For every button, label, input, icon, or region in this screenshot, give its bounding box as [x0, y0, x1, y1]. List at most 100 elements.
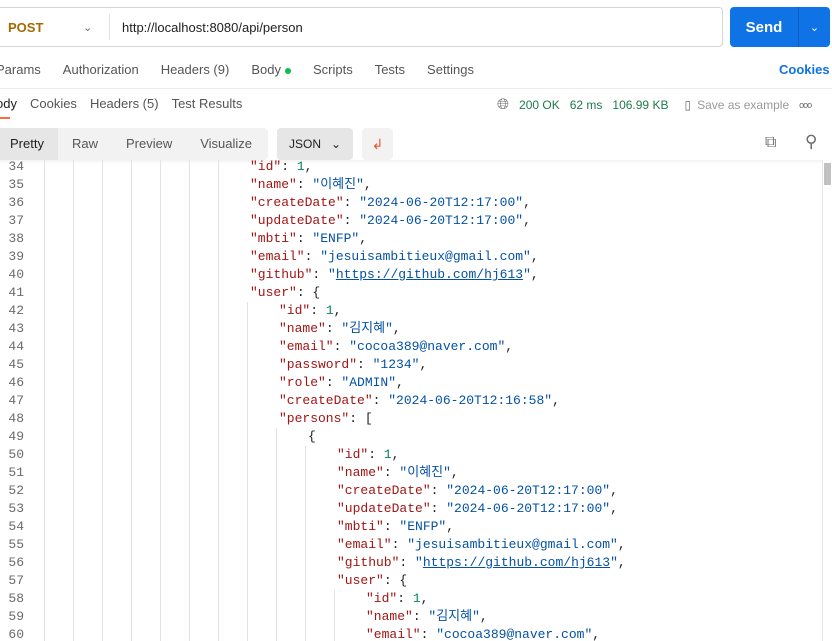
globe-icon[interactable]: 🌐︎	[497, 96, 509, 113]
indent-guide	[189, 500, 190, 518]
indent-guide	[189, 230, 190, 248]
indent-guide	[218, 284, 219, 302]
format-select[interactable]: JSON ⌄	[277, 128, 353, 160]
indent-guide	[247, 500, 248, 518]
response-size[interactable]: 106.99 KB	[612, 98, 668, 112]
view-pretty[interactable]: Pretty	[0, 128, 58, 160]
indent-guide	[131, 320, 132, 338]
view-visualize[interactable]: Visualize	[186, 128, 266, 160]
json-key: "role"	[279, 375, 326, 390]
tab-params[interactable]: Params	[0, 62, 41, 77]
tab-response-cookies[interactable]: Cookies	[30, 96, 77, 111]
response-body-editor[interactable]: 34 "id": 1, 35 "name": "이혜진", 36 "createDate"…	[0, 160, 822, 641]
colon: :	[296, 177, 313, 192]
tab-response-body[interactable]: ody	[0, 96, 17, 111]
search-icon[interactable]: ⚲	[805, 132, 817, 152]
indent-guide	[44, 230, 45, 248]
code-text: "name": "김지혜",	[366, 608, 488, 626]
tab-test-results[interactable]: Test Results	[172, 96, 243, 111]
send-label[interactable]: Send	[730, 19, 798, 36]
copy-icon[interactable]: ⧉	[765, 134, 776, 152]
more-options-icon[interactable]: ooo	[799, 100, 812, 110]
tab-authorization[interactable]: Authorization	[63, 62, 139, 77]
json-link: https://github.com/hj613	[422, 555, 611, 570]
indent-guide	[44, 554, 45, 572]
tab-body[interactable]: Body	[251, 62, 291, 77]
indent-guide	[73, 410, 74, 428]
indent-guide	[73, 446, 74, 464]
save-as-example-button[interactable]: Save as example	[697, 98, 789, 112]
code-text: "github": "https://github.com/hj613",	[337, 554, 626, 572]
json-value: {	[399, 573, 408, 588]
indent-guide	[102, 248, 103, 266]
indent-guide	[218, 518, 219, 536]
line-number: 56	[8, 555, 24, 570]
json-key: "persons"	[279, 411, 350, 426]
scrollbar-track[interactable]	[822, 160, 832, 641]
indent-guide	[247, 590, 248, 608]
line-number: 37	[8, 213, 24, 228]
chevron-down-icon[interactable]: ⌄	[798, 7, 830, 47]
indent-guide	[305, 536, 306, 554]
status-code[interactable]: 200 OK	[519, 98, 560, 112]
code-text: "id": 1,	[366, 590, 428, 608]
code-text: "email": "jesuisambitieux@gmail.com",	[337, 536, 626, 554]
colon: :	[397, 591, 413, 606]
indent-guide	[189, 446, 190, 464]
tab-settings[interactable]: Settings	[427, 62, 474, 77]
scrollbar-thumb[interactable]	[824, 163, 831, 185]
indent-guide	[160, 590, 161, 608]
code-text: "persons": [	[279, 410, 373, 428]
send-button[interactable]: Send ⌄	[730, 7, 830, 47]
indent-guide	[218, 212, 219, 230]
indent-guide	[334, 590, 335, 608]
indent-guide	[73, 392, 74, 410]
line-number: 38	[8, 231, 24, 246]
indent-guide	[218, 374, 219, 392]
code-line: 34 "id": 1,	[0, 160, 822, 176]
code-text: "password": "1234",	[279, 356, 427, 374]
indent-guide	[102, 212, 103, 230]
tab-response-headers[interactable]: Headers (5)	[90, 96, 159, 111]
line-number: 58	[8, 591, 24, 606]
indent-guide	[131, 536, 132, 554]
view-raw[interactable]: Raw	[58, 128, 112, 160]
response-time[interactable]: 62 ms	[570, 98, 603, 112]
code-line: 50 "id": 1,	[0, 446, 822, 464]
code-line: 51 "name": "이혜진",	[0, 464, 822, 482]
view-preview[interactable]: Preview	[112, 128, 186, 160]
chevron-down-icon: ⌄	[330, 137, 341, 151]
comma: ,	[592, 627, 601, 641]
tab-tests[interactable]: Tests	[375, 62, 405, 77]
indent-guide	[131, 572, 132, 590]
chevron-down-icon[interactable]: ⌄	[83, 21, 103, 34]
indent-guide	[73, 590, 74, 608]
code-line: 41 "user": {	[0, 284, 822, 302]
code-line: 48 "persons": [	[0, 410, 822, 428]
cookies-link[interactable]: Cookies	[779, 62, 830, 77]
indent-guide	[160, 356, 161, 374]
indent-guide	[160, 338, 161, 356]
indent-guide	[218, 302, 219, 320]
colon: :	[333, 339, 350, 354]
tab-headers[interactable]: Headers (9)	[161, 62, 230, 77]
wrap-lines-icon[interactable]: ↲	[362, 128, 393, 160]
indent-guide	[305, 500, 306, 518]
indent-guide	[131, 284, 132, 302]
indent-guide	[334, 626, 335, 641]
url-input[interactable]: http://localhost:8080/api/person	[122, 20, 303, 35]
method-select[interactable]: POST	[8, 20, 83, 35]
response-tabs: ody Cookies Headers (5) Test Results	[0, 96, 255, 111]
indent-guide	[102, 284, 103, 302]
colon: :	[304, 249, 321, 264]
indent-guide	[73, 518, 74, 536]
code-text: "mbti": "ENFP",	[250, 230, 367, 248]
indent-guide	[73, 356, 74, 374]
indent-guide	[247, 536, 248, 554]
colon: :	[391, 537, 408, 552]
indent-guide	[44, 446, 45, 464]
code-text: "createDate": "2024-06-20T12:17:00",	[250, 194, 531, 212]
code-line: 52 "createDate": "2024-06-20T12:17:00",	[0, 482, 822, 500]
tab-scripts[interactable]: Scripts	[313, 62, 353, 77]
indent-guide	[160, 176, 161, 194]
